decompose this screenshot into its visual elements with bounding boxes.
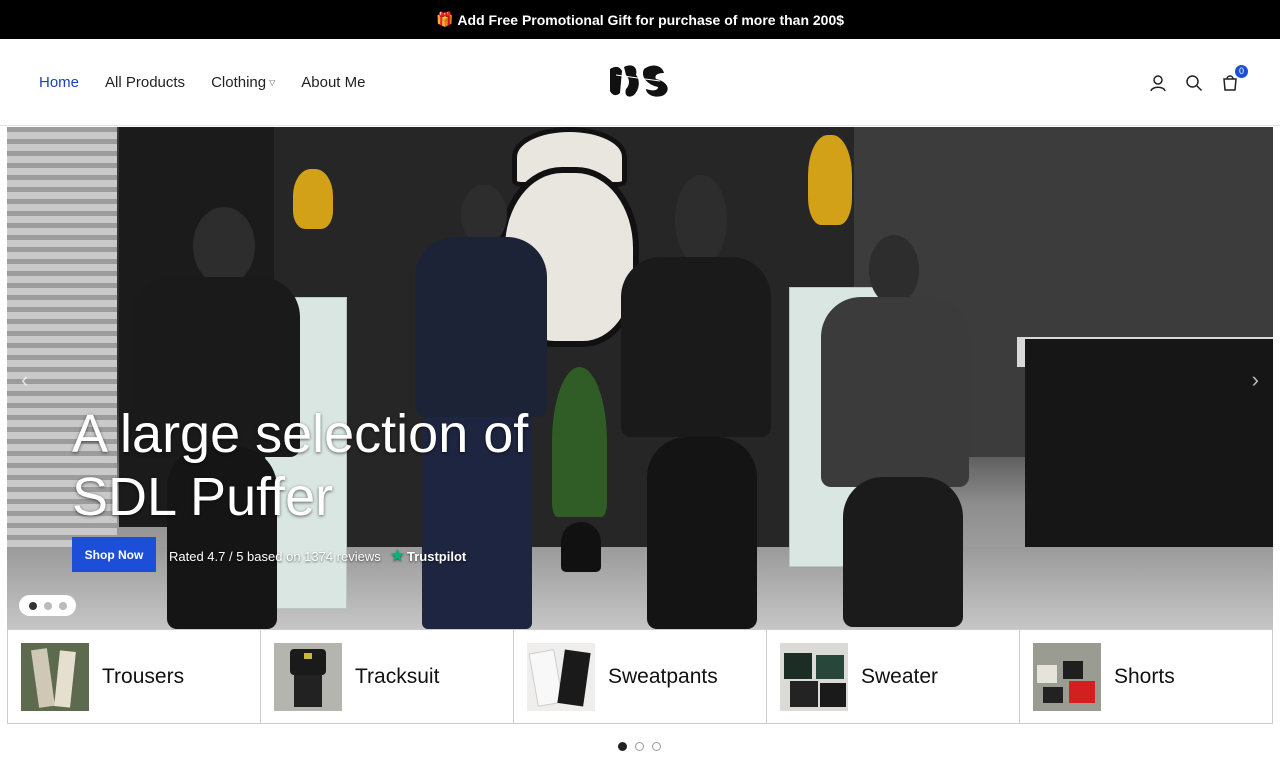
trustpilot-star-icon: ★ <box>389 546 406 565</box>
sweatpants-thumbnail <box>527 642 595 711</box>
rating-widget[interactable]: Rated 4.7 / 5 based on 1374 reviews ★ Tr… <box>169 546 466 566</box>
cart-icon[interactable]: 0 <box>1220 64 1248 93</box>
pager-dot-1[interactable] <box>618 742 627 751</box>
nav-clothing[interactable]: Clothing ▽ <box>211 74 275 91</box>
category-label: Tracksuit <box>355 664 440 688</box>
announcement-bar: 🎁 Add Free Promotional Gift for purchase… <box>0 0 1280 39</box>
header-icons: 0 <box>1148 39 1248 126</box>
sweater-thumbnail <box>780 642 848 711</box>
next-slide-icon[interactable]: › <box>1252 367 1259 393</box>
category-label: Sweater <box>861 664 939 688</box>
hero-title: A large selection of SDL Puffer <box>72 404 529 527</box>
announcement-text: Add Free Promotional Gift for purchase o… <box>457 11 845 28</box>
search-icon[interactable] <box>1184 73 1204 93</box>
site-header: Home All Products Clothing ▽ About Me 0 <box>0 39 1280 126</box>
trousers-thumbnail <box>21 642 89 711</box>
nav-about-me[interactable]: About Me <box>301 74 365 91</box>
nav-home[interactable]: Home <box>39 74 79 91</box>
shorts-thumbnail <box>1033 642 1101 711</box>
trustpilot-logo: ★ Trustpilot <box>389 546 467 565</box>
rating-text: Rated 4.7 / 5 based on 1374 reviews <box>169 548 381 564</box>
prev-slide-icon[interactable]: ‹ <box>21 367 28 393</box>
category-tracksuit[interactable]: Tracksuit <box>261 630 514 723</box>
category-shorts[interactable]: Shorts <box>1020 630 1272 723</box>
category-sweatpants[interactable]: Sweatpants <box>514 630 767 723</box>
category-trousers[interactable]: Trousers <box>8 630 261 723</box>
slide-dot-3[interactable] <box>58 601 67 610</box>
account-icon[interactable] <box>1148 73 1168 93</box>
tracksuit-thumbnail <box>274 642 342 711</box>
category-label: Trousers <box>102 664 185 688</box>
category-pager <box>618 742 661 751</box>
cart-count-badge: 0 <box>1235 64 1248 78</box>
category-sweater[interactable]: Sweater <box>767 630 1020 723</box>
shop-now-button[interactable]: Shop Now <box>72 537 156 572</box>
nav-all-products[interactable]: All Products <box>105 74 185 91</box>
pager-dot-3[interactable] <box>652 742 661 751</box>
category-strip: Trousers Tracksuit Sweatpants Sweater Sh… <box>7 629 1273 724</box>
slide-indicator <box>19 595 76 616</box>
pager-dot-2[interactable] <box>635 742 644 751</box>
logo-icon[interactable] <box>606 61 676 101</box>
chevron-down-icon: ▽ <box>269 78 276 87</box>
category-label: Sweatpants <box>608 664 718 688</box>
slide-dot-2[interactable] <box>43 601 52 610</box>
slide-dot-1[interactable] <box>28 601 37 610</box>
gift-icon: 🎁 <box>435 11 454 27</box>
main-nav: Home All Products Clothing ▽ About Me <box>39 39 365 126</box>
hero-banner: ‹ › A large selection of SDL Puffer Shop… <box>7 127 1273 629</box>
category-label: Shorts <box>1114 664 1175 688</box>
